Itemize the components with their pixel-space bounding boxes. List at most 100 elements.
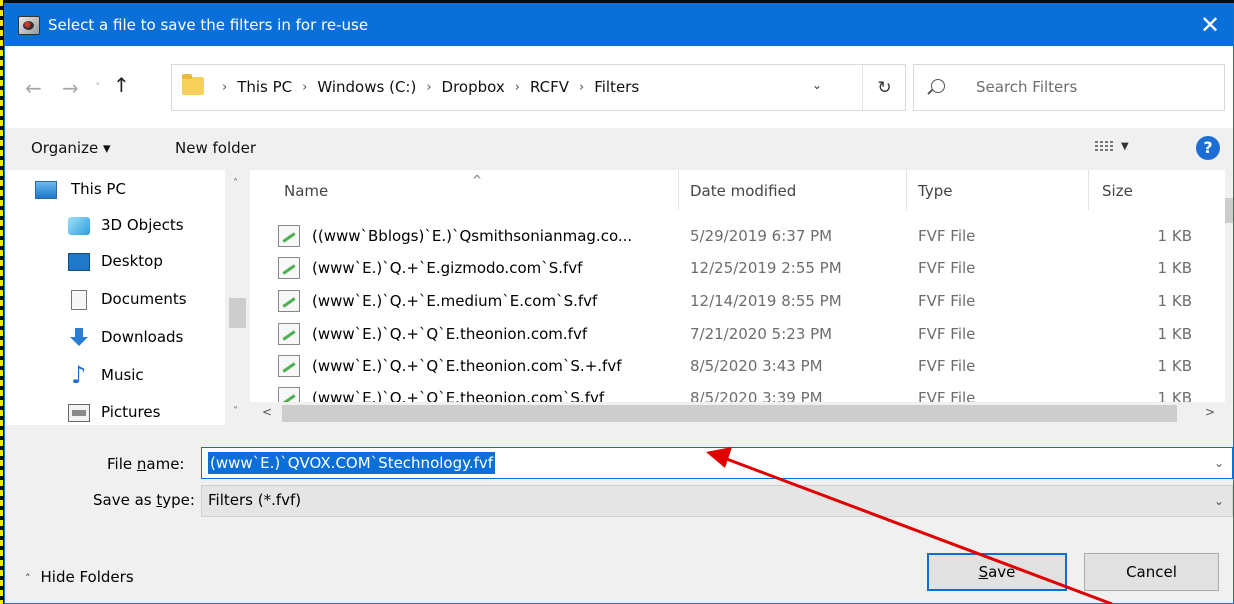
breadcrumb-rcfv[interactable]: RCFV: [530, 78, 569, 96]
file-row[interactable]: (www`E.)`Q.+`Q`E.theonion.com`S.+.fvf 8/…: [250, 350, 1225, 382]
scroll-down-icon[interactable]: ˅: [233, 406, 238, 417]
hide-folders-button[interactable]: ˄ Hide Folders: [25, 568, 134, 586]
breadcrumb-separator-icon[interactable]: ›: [426, 80, 431, 95]
file-size: 1 KB: [1157, 325, 1192, 343]
breadcrumb-separator-icon[interactable]: ›: [302, 80, 307, 95]
sidebar-item-label: This PC: [71, 180, 126, 198]
sidebar-item-label: Pictures: [101, 403, 161, 421]
sidebar-item-3d-objects[interactable]: 3D Objects: [5, 208, 225, 244]
search-input[interactable]: Search Filters: [976, 78, 1077, 96]
file-date: 12/14/2019 8:55 PM: [690, 292, 842, 310]
view-options-icon[interactable]: [1095, 139, 1113, 157]
file-row[interactable]: (www`E.)`Q.+`Q`E.theonion.com.fvf 7/21/2…: [250, 318, 1225, 350]
file-list-vertical-scrollbar[interactable]: [1225, 170, 1233, 402]
navigation-pane-scrollbar[interactable]: ˄ ˅: [225, 170, 250, 425]
sidebar-item-label: Desktop: [101, 252, 163, 270]
sort-ascending-icon: ^: [472, 173, 483, 187]
breadcrumb-separator-icon[interactable]: ›: [515, 80, 520, 95]
address-dropdown-icon[interactable]: ⌄: [812, 78, 822, 92]
filter-file-icon: [278, 257, 300, 279]
file-size: 1 KB: [1157, 227, 1192, 245]
file-type: FVF File: [918, 259, 976, 277]
file-name: (www`E.)`Q.+`E.gizmodo.com`S.fvf: [312, 259, 583, 277]
save-dialog: Select a file to save the filters in for…: [4, 3, 1234, 604]
sidebar-item-label: Downloads: [101, 328, 184, 346]
sidebar-item-this-pc[interactable]: This PC: [5, 172, 225, 208]
title-bar: Select a file to save the filters in for…: [5, 4, 1233, 46]
breadcrumb-dropbox[interactable]: Dropbox: [442, 78, 505, 96]
column-divider[interactable]: [906, 170, 907, 210]
save-button[interactable]: Save: [927, 553, 1067, 591]
search-box[interactable]: Search Filters: [913, 64, 1225, 111]
address-bar[interactable]: › This PC › Windows (C:) › Dropbox › RCF…: [171, 64, 906, 111]
close-button[interactable]: ✕: [1187, 4, 1233, 46]
view-dropdown-icon[interactable]: ▼: [1121, 141, 1129, 152]
file-name-value[interactable]: (www`E.)`QVOX.COM`Stechnology.fvf: [208, 452, 496, 474]
column-header-name[interactable]: Name: [284, 170, 328, 210]
save-as-type-select[interactable]: Filters (*.fvf) ⌄: [201, 485, 1233, 517]
scroll-right-icon[interactable]: >: [1205, 405, 1215, 419]
up-arrow-icon[interactable]: ↑: [113, 73, 130, 97]
column-header-size[interactable]: Size: [1102, 170, 1133, 210]
file-size: 1 KB: [1157, 357, 1192, 375]
file-row[interactable]: (www`E.)`Q.+`E.gizmodo.com`S.fvf 12/25/2…: [250, 252, 1225, 284]
scroll-thumb[interactable]: [1225, 198, 1233, 223]
search-icon: [931, 79, 945, 93]
file-name: ((www`Bblogs)`E.)`Qsmithsonianmag.co...: [312, 227, 633, 245]
breadcrumb-filters[interactable]: Filters: [594, 78, 639, 96]
file-row[interactable]: ((www`Bblogs)`E.)`Qsmithsonianmag.co... …: [250, 220, 1225, 252]
organize-menu[interactable]: Organize ▾: [31, 139, 111, 157]
scroll-up-icon[interactable]: ˄: [233, 178, 238, 189]
filter-file-icon: [278, 225, 300, 247]
recent-locations-chevron-icon[interactable]: ˅: [95, 81, 101, 94]
file-row[interactable]: (www`E.)`Q.+`E.medium`E.com`S.fvf 12/14/…: [250, 285, 1225, 317]
scroll-thumb[interactable]: [282, 405, 1177, 422]
sidebar-item-label: Documents: [101, 290, 187, 308]
scroll-left-icon[interactable]: <: [262, 405, 272, 419]
document-icon: [71, 290, 87, 310]
breadcrumb-windows-c[interactable]: Windows (C:): [317, 78, 416, 96]
music-icon: [71, 361, 86, 389]
scroll-thumb[interactable]: [229, 298, 246, 328]
forward-arrow-icon[interactable]: →: [62, 76, 79, 100]
breadcrumb-this-pc[interactable]: This PC: [237, 78, 292, 96]
filter-file-icon: [278, 323, 300, 345]
sidebar-item-desktop[interactable]: Desktop: [5, 244, 225, 280]
file-list: ^ Name Date modified Type Size ((www`Bbl…: [250, 170, 1233, 425]
file-name-input[interactable]: (www`E.)`QVOX.COM`Stechnology.fvf ⌄: [201, 447, 1233, 479]
desktop-icon: [68, 253, 90, 271]
picture-icon: [68, 404, 90, 422]
file-name: (www`E.)`Q.+`Q`E.theonion.com`S.+.fvf: [312, 357, 622, 375]
sidebar-item-music[interactable]: Music: [5, 358, 225, 394]
chevron-up-icon: ˄: [25, 572, 31, 585]
save-as-type-dropdown-icon[interactable]: ⌄: [1214, 494, 1224, 508]
file-name-label: File name:: [107, 455, 185, 473]
column-header-date-modified[interactable]: Date modified: [690, 170, 796, 210]
file-date: 8/5/2020 3:43 PM: [690, 357, 823, 375]
refresh-icon[interactable]: ↻: [862, 65, 906, 110]
hide-folders-label: Hide Folders: [40, 568, 134, 586]
file-list-horizontal-scrollbar[interactable]: < >: [250, 402, 1233, 425]
column-divider[interactable]: [1088, 170, 1089, 210]
help-icon[interactable]: ?: [1196, 136, 1220, 160]
column-header-type[interactable]: Type: [918, 170, 952, 210]
cancel-button[interactable]: Cancel: [1084, 553, 1219, 591]
file-type: FVF File: [918, 357, 976, 375]
back-arrow-icon[interactable]: ←: [25, 76, 42, 100]
navigation-bar: ← → ˅ ↑ › This PC › Windows (C:) › Dropb…: [5, 46, 1233, 128]
filter-file-icon: [278, 290, 300, 312]
save-form: File name: (www`E.)`QVOX.COM`Stechnology…: [5, 425, 1233, 603]
breadcrumb-separator-icon: ›: [222, 79, 228, 95]
sidebar-item-label: 3D Objects: [101, 216, 184, 234]
computer-icon: [35, 181, 57, 199]
save-as-type-value: Filters (*.fvf): [208, 491, 302, 509]
column-divider[interactable]: [678, 170, 679, 210]
selection-border: [0, 0, 3, 604]
command-bar: Organize ▾ New folder ▼ ?: [5, 128, 1233, 170]
sidebar-item-documents[interactable]: Documents: [5, 282, 225, 318]
new-folder-button[interactable]: New folder: [175, 139, 256, 157]
file-name-dropdown-icon[interactable]: ⌄: [1214, 456, 1224, 470]
navigation-pane: This PC 3D Objects Desktop Documents Dow…: [5, 170, 250, 425]
sidebar-item-downloads[interactable]: Downloads: [5, 320, 225, 356]
breadcrumb-separator-icon[interactable]: ›: [579, 80, 584, 95]
